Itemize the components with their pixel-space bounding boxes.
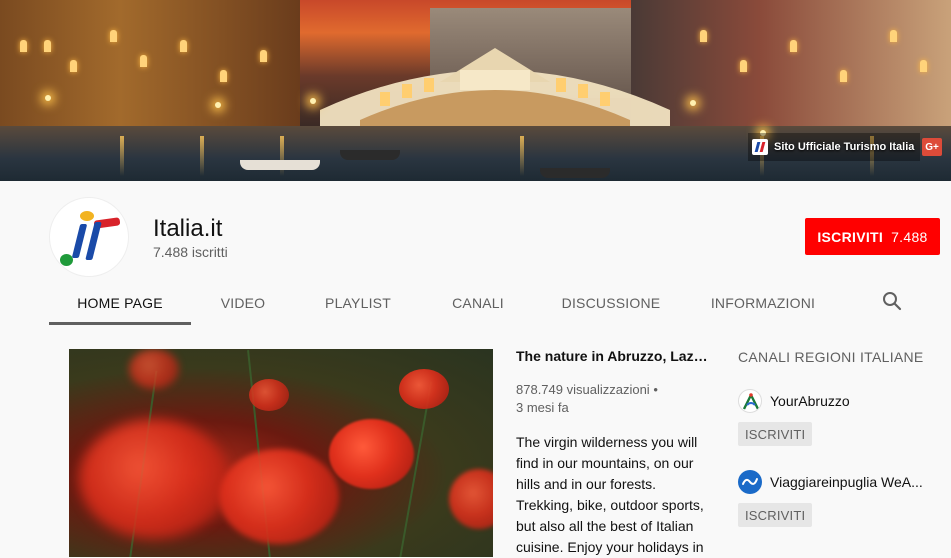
banner-reflection: [200, 136, 204, 176]
subscribe-your-abruzzo-button[interactable]: ISCRIVITI: [738, 422, 813, 446]
tab-channels[interactable]: CANALI: [421, 281, 535, 325]
poppy-flower: [129, 349, 179, 389]
poppy-flower: [249, 379, 289, 411]
meta-separator: •: [653, 382, 658, 397]
rialto-bridge: [320, 48, 670, 130]
subscribe-viaggiareinpuglia-button[interactable]: ISCRIVITI: [738, 503, 813, 527]
banner-window: [44, 40, 51, 52]
avatar-logo-yellow: [80, 211, 94, 221]
google-plus-icon[interactable]: G+: [922, 138, 942, 156]
banner-window: [110, 30, 117, 42]
banner-lamp: [690, 100, 696, 106]
banner-window: [220, 70, 227, 82]
avatar-logo-green: [60, 254, 73, 266]
upload-age: 3 mesi fa: [516, 400, 569, 415]
banner-window: [70, 60, 77, 72]
banner-window: [140, 55, 147, 67]
subscribe-count: 7.488: [891, 228, 928, 245]
channel-avatar: [49, 197, 129, 277]
banner-window: [700, 30, 707, 42]
subscribe-label: ISCRIVITI: [817, 228, 884, 245]
poppy-flower: [399, 369, 449, 409]
banner-lamp: [215, 102, 221, 108]
tab-home[interactable]: HOME PAGE: [49, 281, 191, 325]
banner-reflection: [280, 136, 284, 176]
featured-video-thumbnail[interactable]: [69, 349, 493, 557]
poppy-flower: [219, 449, 339, 544]
search-icon[interactable]: [880, 289, 904, 313]
official-site-link-label: Sito Ufficiale Turismo Italia: [774, 141, 915, 153]
banner-window: [840, 70, 847, 82]
channel-header: Italia.it 7.488 iscritti ISCRIVITI 7.488…: [0, 181, 951, 326]
related-channel-name: Viaggiareinpuglia WeA...: [770, 474, 923, 490]
featured-video-meta: 878.749 visualizzazioni • 3 mesi fa: [516, 381, 706, 417]
banner-boat: [240, 160, 320, 170]
official-site-link[interactable]: Sito Ufficiale Turismo Italia: [748, 133, 921, 161]
related-channels-title: CANALI REGIONI ITALIANE: [738, 349, 924, 365]
featured-video-description: The virgin wilderness you will find in o…: [516, 434, 704, 555]
tab-about[interactable]: INFORMAZIONI: [687, 281, 839, 325]
banner-window: [740, 60, 747, 72]
avatar-logo-i: [71, 224, 88, 258]
viaggiareinpuglia-logo-icon: [738, 470, 762, 494]
banner-boat: [340, 150, 400, 160]
banner-window: [20, 40, 27, 52]
banner-reflection: [120, 136, 124, 176]
banner-window: [890, 30, 897, 42]
view-count: 878.749 visualizzazioni: [516, 382, 650, 397]
channel-name: Italia.it: [153, 215, 223, 242]
italia-logo-icon: [752, 139, 768, 155]
tab-video[interactable]: VIDEO: [191, 281, 295, 325]
banner-boat: [540, 168, 610, 178]
subscribe-button[interactable]: ISCRIVITI 7.488: [805, 218, 940, 255]
banner-window: [790, 40, 797, 52]
related-channel-item[interactable]: YourAbruzzo: [738, 389, 950, 413]
tab-discussion[interactable]: DISCUSSIONE: [535, 281, 687, 325]
banner-window: [260, 50, 267, 62]
poppy-flower: [79, 419, 229, 539]
subscriber-count: 7.488 iscritti: [153, 244, 228, 260]
banner-lamp: [45, 95, 51, 101]
banner-lamp: [310, 98, 316, 104]
avatar-logo-t: [85, 222, 102, 260]
poppy-flower: [449, 469, 493, 529]
tab-playlist[interactable]: PLAYLIST: [295, 281, 421, 325]
poppy-flower: [329, 419, 414, 489]
banner-window: [920, 60, 927, 72]
featured-video-title[interactable]: The nature in Abruzzo, Lazio,...: [516, 348, 711, 364]
related-channel-item[interactable]: Viaggiareinpuglia WeA...: [738, 470, 950, 494]
banner-window: [180, 40, 187, 52]
related-channel-name: YourAbruzzo: [770, 393, 850, 409]
banner-reflection: [520, 136, 524, 176]
your-abruzzo-logo-icon: [738, 389, 762, 413]
channel-tabs: HOME PAGE VIDEO PLAYLIST CANALI DISCUSSI…: [49, 281, 839, 325]
